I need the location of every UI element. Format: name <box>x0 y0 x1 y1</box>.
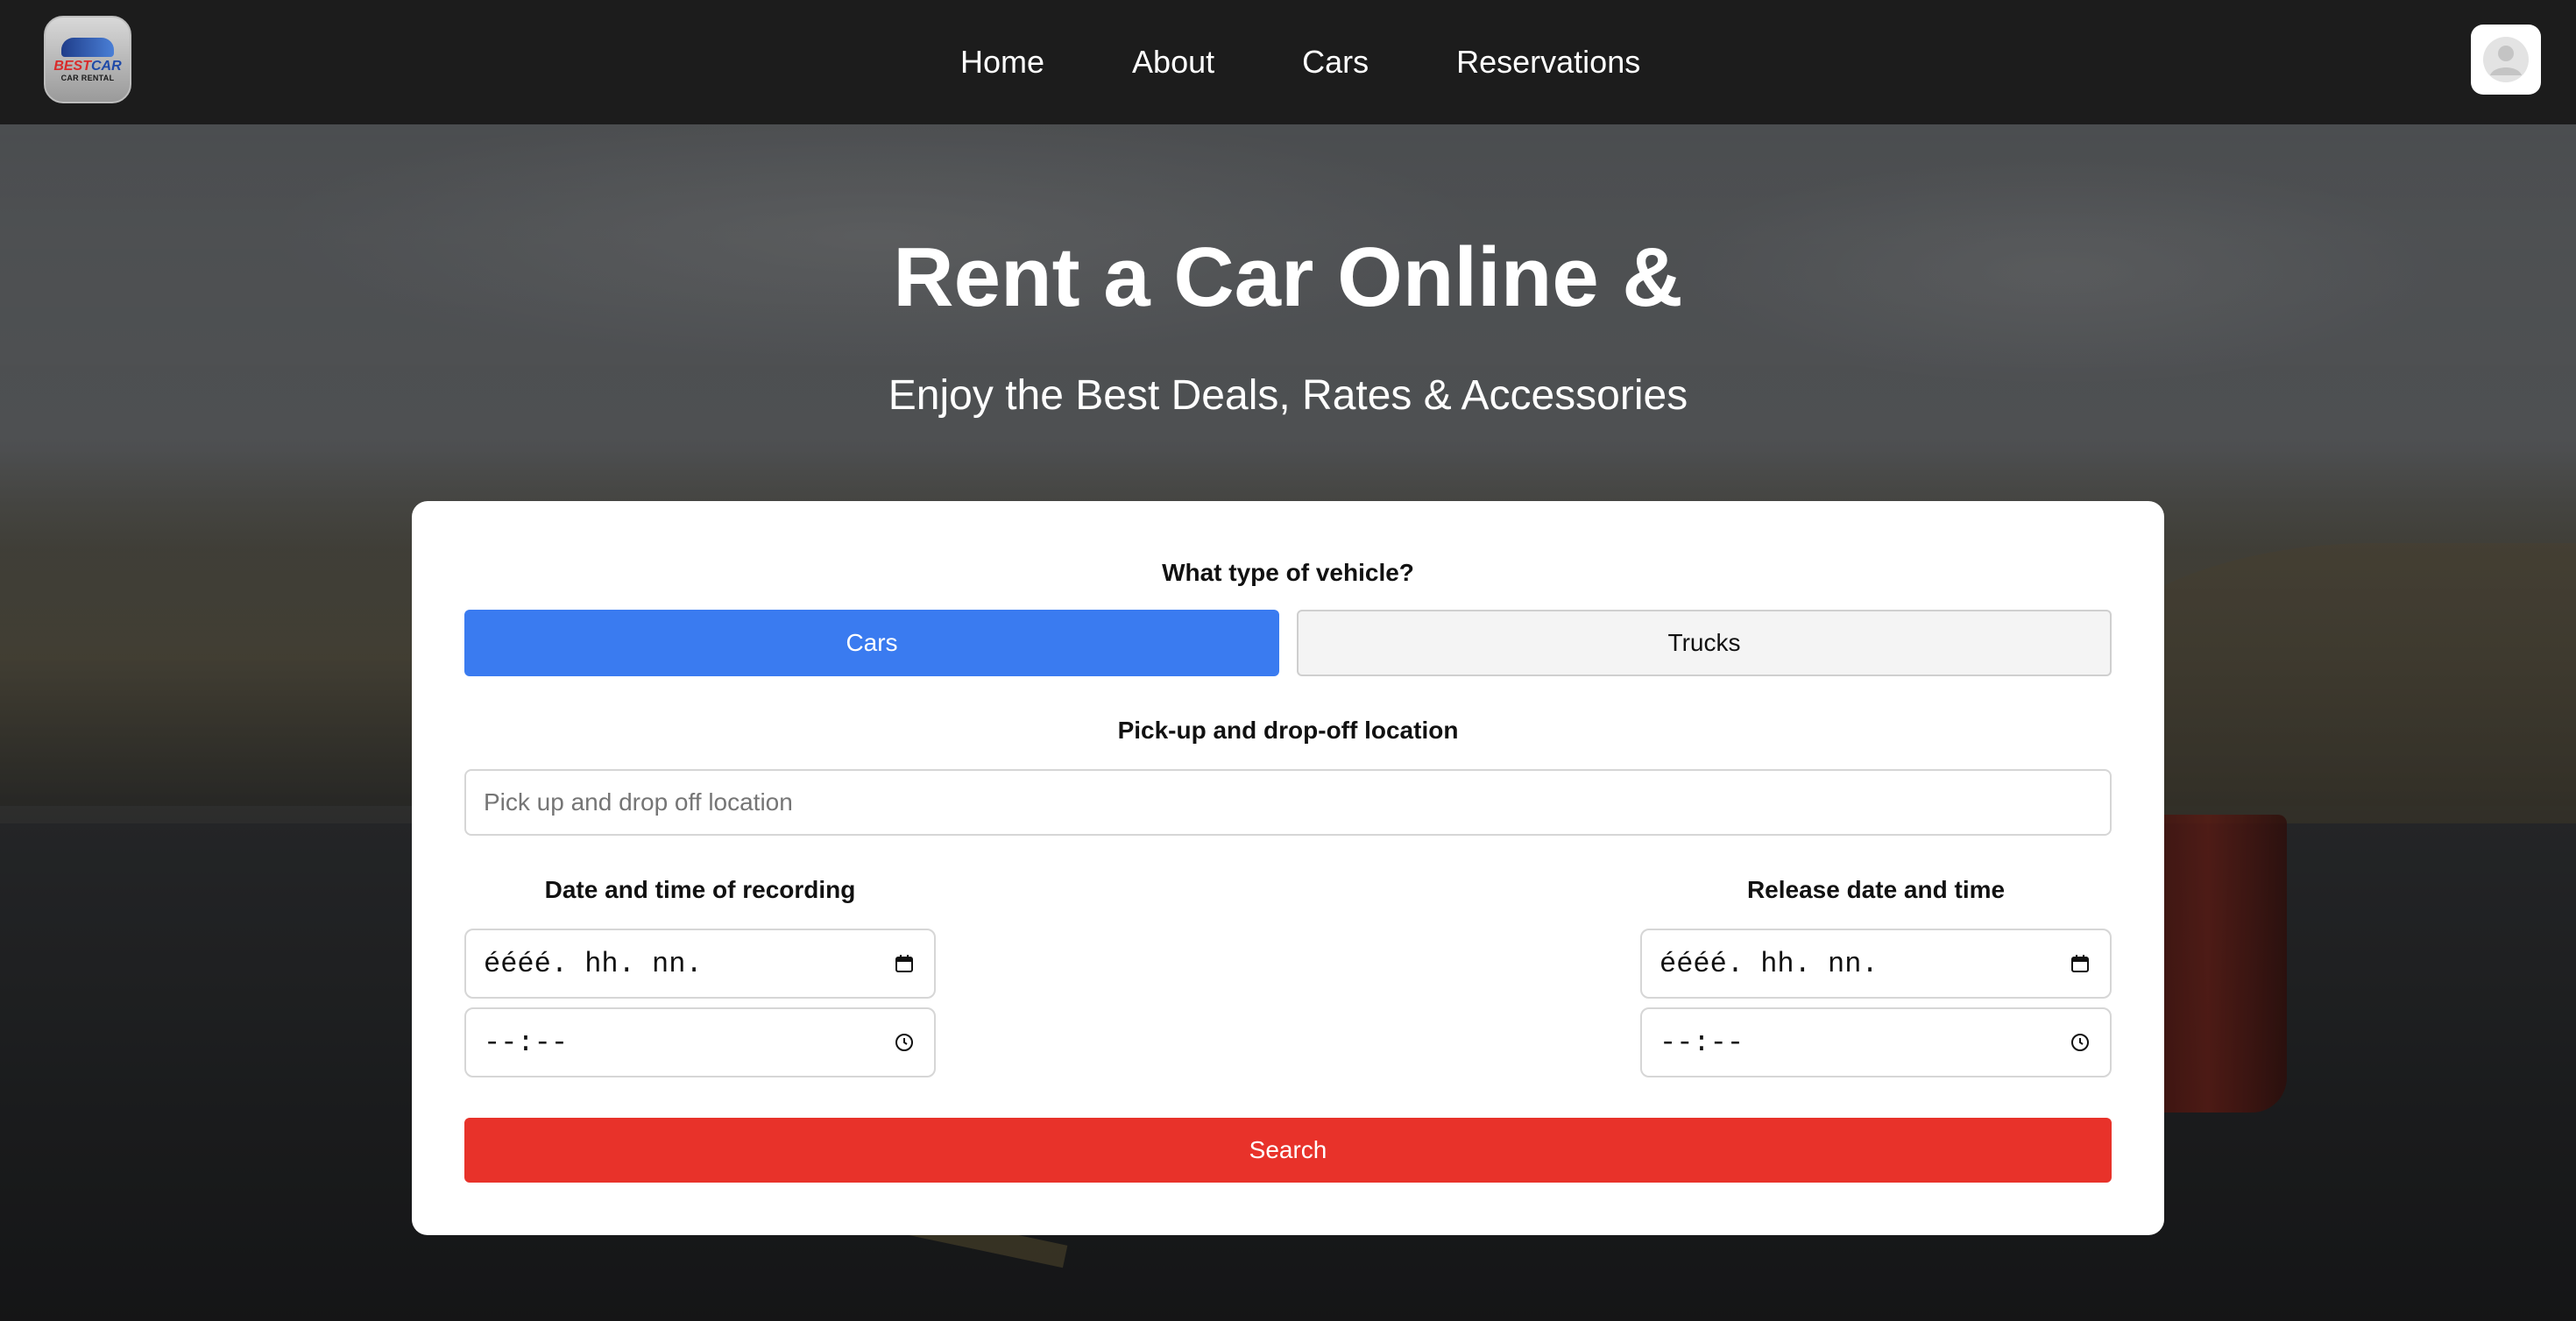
nav-link-cars[interactable]: Cars <box>1302 44 1369 81</box>
vehicle-cars-button[interactable]: Cars <box>464 610 1279 676</box>
hero-title: Rent a Car Online & <box>893 230 1683 324</box>
nav-link-reservations[interactable]: Reservations <box>1456 44 1640 81</box>
release-date-value: éééé. hh. nn. <box>1660 947 1879 980</box>
user-avatar-icon <box>2483 37 2529 82</box>
release-date-input[interactable]: éééé. hh. nn. <box>1640 929 2112 999</box>
search-form-card: What type of vehicle? Cars Trucks Pick-u… <box>412 501 2164 1235</box>
release-time-value: --:-- <box>1660 1026 1744 1059</box>
release-time-input[interactable]: --:-- <box>1640 1007 2112 1077</box>
user-avatar-button[interactable] <box>2471 25 2541 95</box>
hero-subtitle: Enjoy the Best Deals, Rates & Accessorie… <box>888 372 1688 419</box>
calendar-icon[interactable] <box>892 951 916 976</box>
logo-tagline: CAR RENTAL <box>60 73 115 82</box>
clock-icon[interactable] <box>892 1030 916 1055</box>
location-input[interactable] <box>464 769 2112 836</box>
pickup-datetime-label: Date and time of recording <box>544 876 856 903</box>
car-logo-icon <box>61 37 114 57</box>
vehicle-type-label: What type of vehicle? <box>1162 559 1414 586</box>
main-nav: Home About Cars Reservations <box>960 0 1640 124</box>
nav-link-home[interactable]: Home <box>960 44 1044 81</box>
top-navbar: BESTCAR CAR RENTAL Home About Cars Reser… <box>0 0 2576 124</box>
vehicle-trucks-button[interactable]: Trucks <box>1297 610 2112 676</box>
pickup-time-input[interactable]: --:-- <box>464 1007 936 1077</box>
calendar-icon[interactable] <box>2068 951 2092 976</box>
location-label: Pick-up and drop-off location <box>1117 717 1459 744</box>
pickup-date-value: éééé. hh. nn. <box>484 947 703 980</box>
clock-icon[interactable] <box>2068 1030 2092 1055</box>
pickup-date-input[interactable]: éééé. hh. nn. <box>464 929 936 999</box>
logo-wordmark: BESTCAR <box>53 58 122 74</box>
search-button[interactable]: Search <box>464 1118 2112 1183</box>
pickup-time-value: --:-- <box>484 1026 569 1059</box>
brand-logo[interactable]: BESTCAR CAR RENTAL <box>44 16 131 103</box>
nav-link-about[interactable]: About <box>1132 44 1214 81</box>
release-datetime-label: Release date and time <box>1746 876 2006 903</box>
